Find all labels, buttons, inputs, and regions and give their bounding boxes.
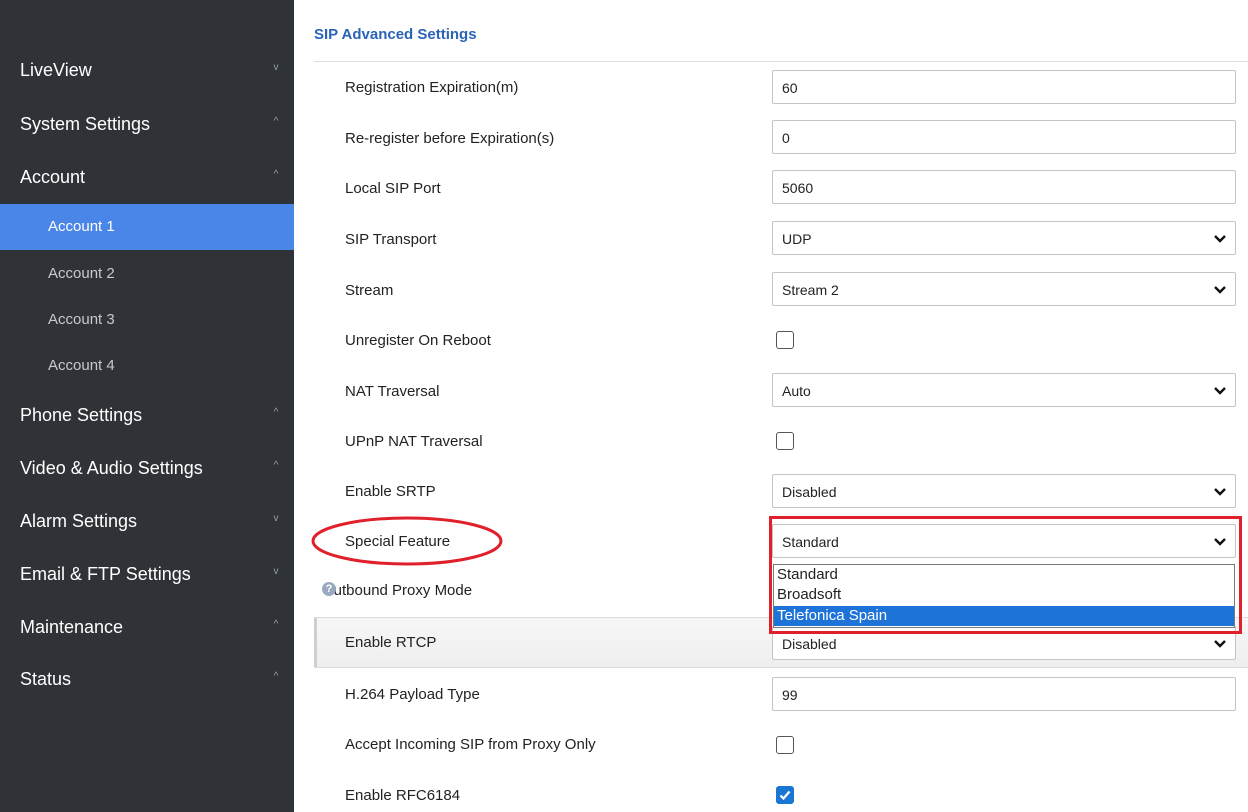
sidebar-item-alarm-settings[interactable]: Alarm Settings v bbox=[0, 499, 294, 545]
sidebar-item-account-1[interactable]: Account 1 bbox=[0, 204, 294, 250]
stream-select[interactable]: Stream 2 bbox=[772, 272, 1236, 306]
chevron-icon: ^ bbox=[273, 460, 279, 471]
sip-transport-label: SIP Transport bbox=[345, 231, 437, 248]
select-value: Disabled bbox=[782, 636, 837, 652]
local-sip-port-label: Local SIP Port bbox=[345, 180, 441, 197]
sidebar-item-maintenance[interactable]: Maintenance ^ bbox=[0, 605, 294, 651]
sidebar-item-email-ftp-settings[interactable]: Email & FTP Settings v bbox=[0, 552, 294, 598]
input-value: 5060 bbox=[782, 180, 814, 196]
enable-srtp-label: Enable SRTP bbox=[345, 483, 436, 500]
unregister-on-reboot-checkbox[interactable] bbox=[776, 331, 794, 349]
select-value: Disabled bbox=[782, 484, 837, 500]
sidebar: LiveView v System Settings ^ Account ^ A… bbox=[0, 0, 294, 812]
sidebar-item-account-2[interactable]: Account 2 bbox=[0, 251, 294, 297]
nat-traversal-select[interactable]: Auto bbox=[772, 373, 1236, 407]
enable-rtcp-label: Enable RTCP bbox=[345, 634, 437, 651]
sidebar-item-label: Account bbox=[20, 167, 86, 187]
select-value: Stream 2 bbox=[782, 282, 839, 298]
sip-transport-select[interactable]: UDP bbox=[772, 221, 1236, 255]
sidebar-item-label: Alarm Settings bbox=[20, 511, 138, 531]
chevron-icon: ^ bbox=[273, 671, 279, 682]
sidebar-subitem-label: Account 3 bbox=[48, 311, 115, 328]
sidebar-item-label: Video & Audio Settings bbox=[20, 458, 203, 478]
sidebar-item-account-4[interactable]: Account 4 bbox=[0, 343, 294, 389]
outbound-proxy-mode-label: Outbound Proxy Mode bbox=[322, 582, 473, 599]
sidebar-subitem-label: Account 2 bbox=[48, 265, 115, 282]
upnp-nat-traversal-checkbox[interactable] bbox=[776, 432, 794, 450]
enable-rfc6184-checkbox[interactable] bbox=[776, 786, 794, 804]
sidebar-item-account[interactable]: Account ^ bbox=[0, 155, 294, 201]
reregister-input[interactable]: 0 bbox=[772, 120, 1236, 154]
row-accent-bar bbox=[314, 618, 317, 667]
chevron-icon: v bbox=[273, 62, 279, 73]
sidebar-item-account-3[interactable]: Account 3 bbox=[0, 297, 294, 343]
annotation-highlight-box bbox=[769, 516, 1242, 634]
h264-payload-type-label: H.264 Payload Type bbox=[345, 686, 480, 703]
reregister-label: Re-register before Expiration(s) bbox=[345, 130, 555, 147]
select-value: Auto bbox=[782, 383, 811, 399]
main-content: SIP Advanced Settings Registration Expir… bbox=[294, 0, 1248, 812]
chevron-down-icon bbox=[1214, 235, 1226, 243]
nat-traversal-label: NAT Traversal bbox=[345, 383, 440, 400]
sidebar-item-label: Email & FTP Settings bbox=[20, 564, 191, 584]
input-value: 99 bbox=[782, 687, 798, 703]
chevron-icon: ^ bbox=[273, 619, 279, 630]
sidebar-item-label: Maintenance bbox=[20, 617, 124, 637]
sidebar-subitem-label: Account 1 bbox=[48, 218, 115, 235]
sidebar-item-video-audio-settings[interactable]: Video & Audio Settings ^ bbox=[0, 446, 294, 492]
enable-rfc6184-label: Enable RFC6184 bbox=[345, 787, 461, 804]
unregister-on-reboot-label: Unregister On Reboot bbox=[345, 332, 491, 349]
sidebar-item-label: Phone Settings bbox=[20, 405, 143, 425]
sidebar-item-label: Status bbox=[20, 669, 72, 689]
accept-incoming-sip-checkbox[interactable] bbox=[776, 736, 794, 754]
local-sip-port-input[interactable]: 5060 bbox=[772, 170, 1236, 204]
sidebar-item-label: System Settings bbox=[20, 114, 151, 134]
accept-incoming-sip-label: Accept Incoming SIP from Proxy Only bbox=[345, 736, 596, 753]
sidebar-item-liveview[interactable]: LiveView v bbox=[0, 48, 294, 94]
chevron-down-icon bbox=[1214, 640, 1226, 648]
upnp-nat-traversal-label: UPnP NAT Traversal bbox=[345, 433, 483, 450]
annotation-ellipse bbox=[311, 516, 503, 566]
chevron-icon: v bbox=[273, 513, 279, 524]
sidebar-subitem-label: Account 4 bbox=[48, 357, 115, 374]
chevron-down-icon bbox=[1214, 286, 1226, 294]
stream-label: Stream bbox=[345, 282, 394, 299]
section-divider bbox=[314, 61, 1248, 62]
input-value: 0 bbox=[782, 130, 790, 146]
enable-srtp-select[interactable]: Disabled bbox=[772, 474, 1236, 508]
help-icon[interactable]: ? bbox=[322, 582, 336, 596]
checkmark-icon bbox=[779, 790, 791, 801]
chevron-icon: ^ bbox=[273, 116, 279, 127]
input-value: 60 bbox=[782, 80, 798, 96]
section-title: SIP Advanced Settings bbox=[314, 26, 477, 43]
chevron-down-icon bbox=[1214, 488, 1226, 496]
sidebar-item-label: LiveView bbox=[20, 60, 92, 80]
registration-expiration-label: Registration Expiration(m) bbox=[345, 79, 519, 96]
select-value: UDP bbox=[782, 231, 812, 247]
h264-payload-type-input[interactable]: 99 bbox=[772, 677, 1236, 711]
registration-expiration-input[interactable]: 60 bbox=[772, 70, 1236, 104]
chevron-down-icon bbox=[1214, 387, 1226, 395]
sidebar-item-phone-settings[interactable]: Phone Settings ^ bbox=[0, 393, 294, 439]
chevron-icon: ^ bbox=[273, 169, 279, 180]
chevron-icon: ^ bbox=[273, 407, 279, 418]
chevron-icon: v bbox=[273, 566, 279, 577]
sidebar-item-status[interactable]: Status ^ bbox=[0, 657, 294, 703]
sidebar-item-system-settings[interactable]: System Settings ^ bbox=[0, 102, 294, 148]
